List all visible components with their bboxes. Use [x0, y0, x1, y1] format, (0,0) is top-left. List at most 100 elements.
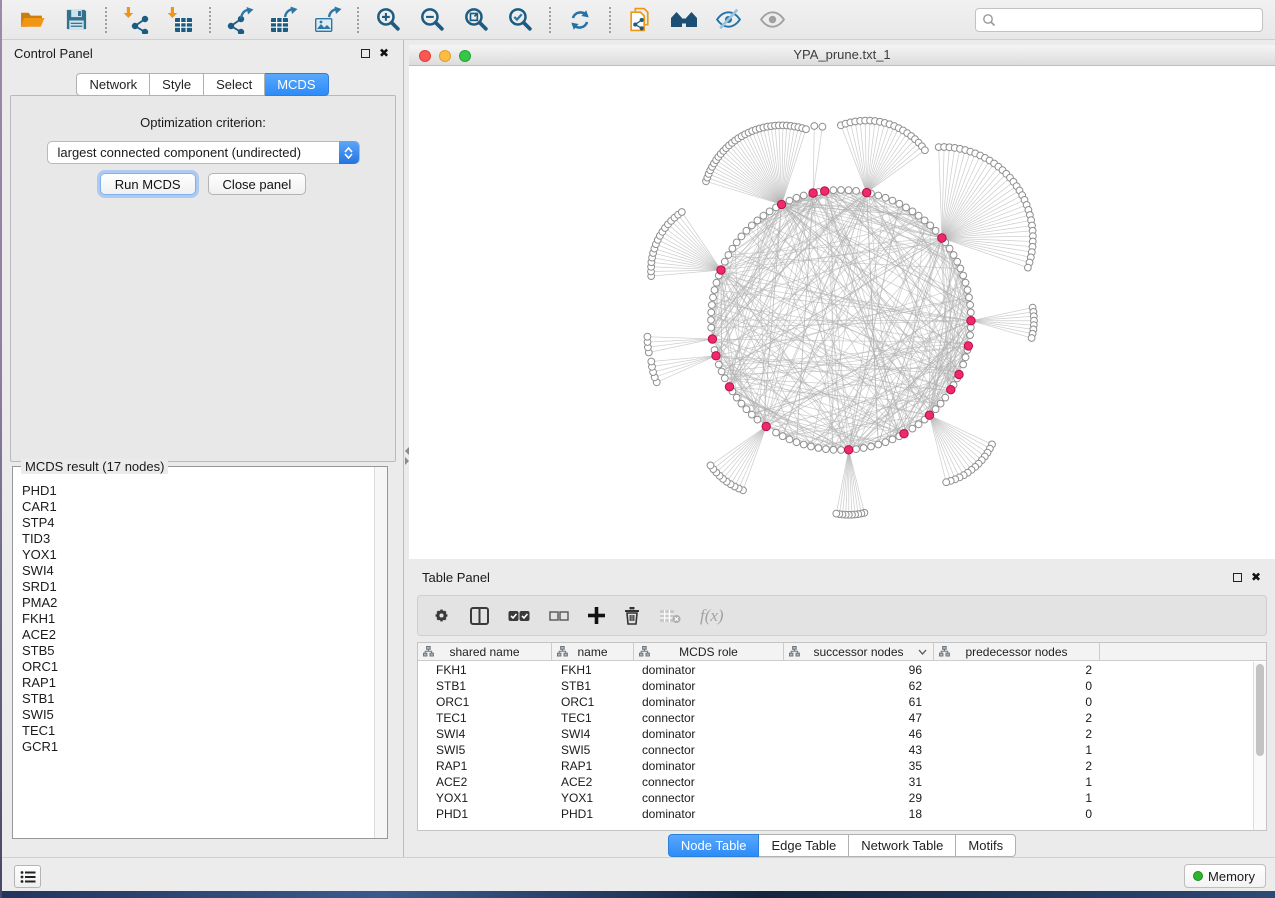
minimize-window-button[interactable]: [439, 50, 451, 62]
cell-predecessor-nodes: 0: [934, 807, 1100, 821]
cell-name: SWI5: [552, 743, 634, 757]
delete-table-button[interactable]: [659, 608, 681, 624]
mcds-result-item[interactable]: SRD1: [22, 579, 374, 595]
show-columns-button[interactable]: [470, 607, 489, 625]
mcds-result-item[interactable]: ORC1: [22, 659, 374, 675]
column-header-shared-name[interactable]: shared name: [418, 643, 552, 660]
float-panel-icon[interactable]: [361, 49, 370, 58]
table-row-STB1[interactable]: STB1STB1dominator620: [418, 678, 1253, 694]
export-table-button[interactable]: [266, 3, 302, 37]
column-header-MCDS-role[interactable]: MCDS role: [634, 643, 784, 660]
export-image-button[interactable]: [310, 3, 346, 37]
deselect-all-button[interactable]: [549, 609, 569, 623]
cytoscape-window: Control Panel ✖ NetworkStyleSelectMCDS O…: [2, 0, 1275, 891]
new-network-from-selection-button[interactable]: [622, 3, 658, 37]
mcds-result-item[interactable]: ACE2: [22, 627, 374, 643]
cell-name: ACE2: [552, 775, 634, 789]
table-row-SWI5[interactable]: SWI5SWI5connector431: [418, 742, 1253, 758]
mcds-result-item[interactable]: STB5: [22, 643, 374, 659]
table-row-ACE2[interactable]: ACE2ACE2connector311: [418, 774, 1253, 790]
mcds-result-item[interactable]: CAR1: [22, 499, 374, 515]
mcds-result-item[interactable]: PMA2: [22, 595, 374, 611]
zoom-out-button[interactable]: [414, 3, 450, 37]
splitter-handle[interactable]: [404, 445, 409, 467]
zoom-selected-button[interactable]: [502, 3, 538, 37]
float-panel-icon[interactable]: [1233, 573, 1242, 582]
tab-node-table[interactable]: Node Table: [668, 834, 760, 857]
refresh-icon: [567, 7, 593, 33]
tab-motifs[interactable]: Motifs: [956, 834, 1016, 857]
add-column-button[interactable]: [588, 607, 605, 624]
maximize-window-button[interactable]: [459, 50, 471, 62]
mcds-result-item[interactable]: YOX1: [22, 547, 374, 563]
close-panel-icon[interactable]: ✖: [379, 47, 389, 59]
delete-column-button[interactable]: [624, 606, 640, 625]
column-header-successor-nodes[interactable]: successor nodes: [784, 643, 934, 660]
zoom-fit-button[interactable]: [458, 3, 494, 37]
task-history-button[interactable]: [14, 865, 41, 888]
attribute-type-icon: [639, 646, 650, 657]
zoom-in-button[interactable]: [370, 3, 406, 37]
table-row-PHD1[interactable]: PHD1PHD1dominator180: [418, 806, 1253, 822]
cell-shared-name: ACE2: [418, 775, 552, 789]
table-row-FKH1[interactable]: FKH1FKH1dominator962: [418, 662, 1253, 678]
open-session-button[interactable]: [14, 3, 50, 37]
refresh-button[interactable]: [562, 3, 598, 37]
tab-network[interactable]: Network: [76, 73, 150, 96]
import-network-button[interactable]: [118, 3, 154, 37]
mcds-result-item[interactable]: SWI4: [22, 563, 374, 579]
table-row-SWI4[interactable]: SWI4SWI4dominator462: [418, 726, 1253, 742]
export-image-icon: [314, 6, 342, 34]
select-all-button[interactable]: [508, 609, 530, 623]
attribute-type-icon: [789, 646, 800, 657]
mcds-result-item[interactable]: STP4: [22, 515, 374, 531]
cell-successor-nodes: 31: [784, 775, 934, 789]
table-row-TEC1[interactable]: TEC1TEC1connector472: [418, 710, 1253, 726]
close-window-button[interactable]: [419, 50, 431, 62]
run-mcds-button[interactable]: Run MCDS: [100, 173, 196, 195]
network-canvas[interactable]: [409, 66, 1275, 559]
table-settings-button[interactable]: [432, 606, 451, 625]
mcds-result-item[interactable]: GCR1: [22, 739, 374, 755]
first-neighbors-button[interactable]: [666, 3, 702, 37]
tab-style[interactable]: Style: [150, 73, 204, 96]
mcds-result-scrollbar[interactable]: [374, 467, 387, 838]
tab-edge-table[interactable]: Edge Table: [759, 834, 849, 857]
tab-select[interactable]: Select: [204, 73, 265, 96]
import-table-button[interactable]: [162, 3, 198, 37]
table-scrollbar-thumb[interactable]: [1256, 664, 1264, 756]
close-panel-button[interactable]: Close panel: [208, 173, 307, 195]
show-all-button[interactable]: [754, 3, 790, 37]
table-row-YOX1[interactable]: YOX1YOX1connector291: [418, 790, 1253, 806]
mcds-result-list: PHD1CAR1STP4TID3YOX1SWI4SRD1PMA2FKH1ACE2…: [13, 467, 374, 838]
optimization-criterion-select[interactable]: largest connected component (undirected): [47, 141, 360, 164]
cell-MCDS-role: dominator: [634, 759, 784, 773]
search-field[interactable]: [975, 8, 1263, 32]
cell-successor-nodes: 46: [784, 727, 934, 741]
mcds-result-item[interactable]: RAP1: [22, 675, 374, 691]
hide-selected-eye-icon: [715, 6, 742, 33]
close-panel-icon[interactable]: ✖: [1251, 571, 1261, 583]
export-network-button[interactable]: [222, 3, 258, 37]
column-header-name[interactable]: name: [552, 643, 634, 660]
hide-selected-button[interactable]: [710, 3, 746, 37]
memory-button[interactable]: Memory: [1184, 864, 1266, 888]
tab-mcds[interactable]: MCDS: [265, 73, 328, 96]
save-session-button[interactable]: [58, 3, 94, 37]
function-builder-button[interactable]: f(x): [700, 606, 724, 626]
mcds-result-item[interactable]: SWI5: [22, 707, 374, 723]
zoom-in-icon: [375, 6, 402, 33]
column-header-predecessor-nodes[interactable]: predecessor nodes: [934, 643, 1100, 660]
table-scrollbar[interactable]: [1253, 662, 1266, 830]
mcds-result-item[interactable]: TID3: [22, 531, 374, 547]
mcds-result-item[interactable]: TEC1: [22, 723, 374, 739]
mcds-result-item[interactable]: PHD1: [22, 483, 374, 499]
table-row-ORC1[interactable]: ORC1ORC1dominator610: [418, 694, 1253, 710]
tab-network-table[interactable]: Network Table: [849, 834, 956, 857]
search-input[interactable]: [996, 10, 1262, 30]
save-floppy-icon: [64, 7, 89, 32]
table-panel: Table Panel ✖ f(x) shared namenameMCDS r…: [409, 565, 1275, 857]
mcds-result-item[interactable]: STB1: [22, 691, 374, 707]
table-row-RAP1[interactable]: RAP1RAP1dominator352: [418, 758, 1253, 774]
mcds-result-item[interactable]: FKH1: [22, 611, 374, 627]
